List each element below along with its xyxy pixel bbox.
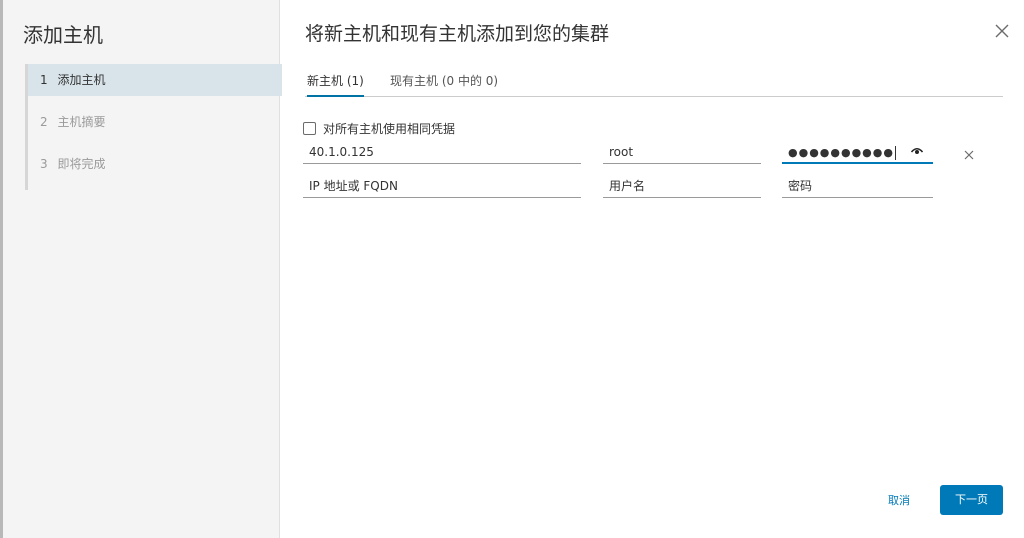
host-username-input[interactable]: root [603,140,761,164]
page-title: 将新主机和现有主机添加到您的集群 [305,23,610,45]
close-icon [995,24,1009,38]
step-number: 2 [40,115,48,129]
wizard-steps: 1 添加主机 2 主机摘要 3 即将完成 [25,64,282,190]
password-mask: ●●●●●●●●●● [788,146,894,159]
host-password-input[interactable]: ●●●●●●●●●● [782,140,933,164]
host-tabs: 新主机 (1) 现有主机 (0 中的 0) [305,64,1003,97]
wizard-sidebar: 添加主机 1 添加主机 2 主机摘要 3 即将完成 [3,0,282,538]
step-label: 添加主机 [57,73,106,87]
step-number: 1 [40,73,48,87]
step-label: 主机摘要 [57,115,106,129]
same-credentials-row: 对所有主机使用相同凭据 [303,119,455,137]
remove-host-button[interactable] [962,147,976,161]
new-host-password-input[interactable]: 密码 [782,174,933,198]
step-add-hosts[interactable]: 1 添加主机 [28,64,282,96]
eye-icon[interactable] [911,147,923,155]
host-ip-input[interactable]: 40.1.0.125 [303,140,581,164]
wizard-title: 添加主机 [23,23,103,47]
tab-new-hosts[interactable]: 新主机 (1) [307,72,364,97]
new-host-ip-input[interactable]: IP 地址或 FQDN [303,174,581,198]
cancel-button[interactable]: 取消 [874,487,924,515]
step-ready-to-complete[interactable]: 3 即将完成 [28,148,282,180]
step-label: 即将完成 [57,157,106,171]
text-caret [894,145,896,160]
step-host-summary[interactable]: 2 主机摘要 [28,106,282,138]
new-host-username-input[interactable]: 用户名 [603,174,761,198]
same-credentials-label: 对所有主机使用相同凭据 [323,121,456,136]
next-button[interactable]: 下一页 [940,485,1003,515]
same-credentials-checkbox[interactable] [303,121,316,135]
close-icon [964,150,974,160]
step-number: 3 [40,157,48,171]
close-button[interactable] [991,20,1013,42]
tab-existing-hosts[interactable]: 现有主机 (0 中的 0) [390,72,498,95]
add-hosts-dialog: 添加主机 1 添加主机 2 主机摘要 3 即将完成 将新主机和现有主机添加到您的… [3,0,1024,538]
